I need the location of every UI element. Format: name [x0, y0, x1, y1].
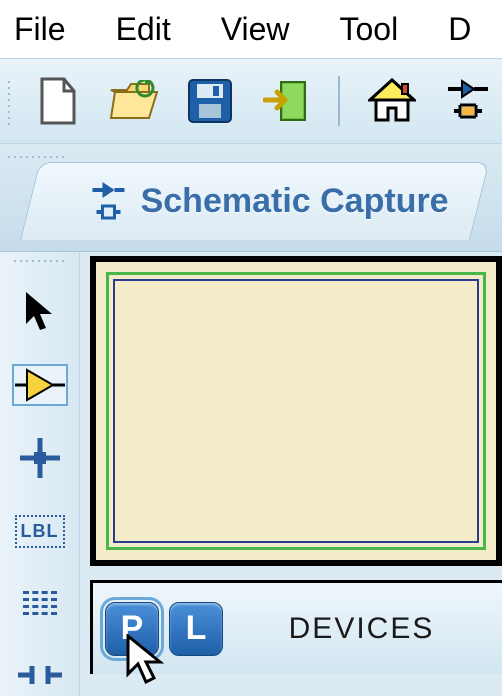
- library-button[interactable]: L: [169, 602, 223, 656]
- menu-bar: File Edit View Tool D: [0, 0, 502, 58]
- label-button[interactable]: LBL: [12, 510, 68, 552]
- canvas-outer: [96, 262, 496, 560]
- junction-button[interactable]: [12, 436, 68, 480]
- side-toolbar: LBL: [0, 252, 80, 696]
- devices-panel: P L DEVICES: [90, 580, 502, 674]
- component-icon: [444, 77, 492, 125]
- toolbar-grip: [6, 79, 12, 129]
- main-area: LBL P L DEVICES: [0, 252, 502, 696]
- canvas-column: P L DEVICES: [80, 252, 502, 696]
- bus-button[interactable]: [12, 654, 68, 696]
- new-file-button[interactable]: [30, 73, 86, 129]
- tabstrip-grip: [6, 154, 66, 162]
- schematic-canvas[interactable]: [106, 272, 486, 550]
- import-button[interactable]: [258, 73, 314, 129]
- label-icon: LBL: [15, 515, 65, 548]
- main-toolbar: [0, 58, 502, 144]
- text-lines-icon: [23, 591, 57, 615]
- devices-title: DEVICES: [233, 612, 490, 646]
- open-button[interactable]: [106, 73, 162, 129]
- tab-strip: Schematic Capture: [0, 144, 502, 252]
- pick-device-button[interactable]: P: [105, 602, 159, 656]
- schematic-tab-icon: [91, 180, 127, 224]
- bus-icon: [18, 658, 62, 692]
- new-file-icon: [38, 77, 78, 125]
- sidetool-grip: [12, 258, 66, 266]
- junction-icon: [20, 438, 60, 478]
- component-mode-button[interactable]: [12, 364, 68, 406]
- menu-tool[interactable]: Tool: [339, 11, 398, 48]
- menu-partial-d[interactable]: D: [448, 11, 471, 48]
- toolbar-separator: [338, 76, 340, 126]
- home-button[interactable]: [364, 73, 420, 129]
- open-folder-icon: [109, 80, 159, 122]
- import-icon: [263, 78, 309, 124]
- selection-cursor-icon: [24, 290, 56, 332]
- component-mode-icon: [15, 368, 65, 402]
- menu-edit[interactable]: Edit: [116, 11, 171, 48]
- menu-view[interactable]: View: [221, 11, 290, 48]
- save-button[interactable]: [182, 73, 238, 129]
- canvas-frame: [90, 256, 502, 566]
- selection-mode-button[interactable]: [12, 288, 68, 334]
- home-icon: [368, 78, 416, 124]
- component-toolbar-button[interactable]: [440, 73, 496, 129]
- save-icon: [187, 78, 233, 124]
- tab-label: Schematic Capture: [141, 182, 449, 221]
- menu-file[interactable]: File: [14, 11, 66, 48]
- text-script-button[interactable]: [12, 582, 68, 624]
- tab-schematic-capture[interactable]: Schematic Capture: [20, 162, 489, 240]
